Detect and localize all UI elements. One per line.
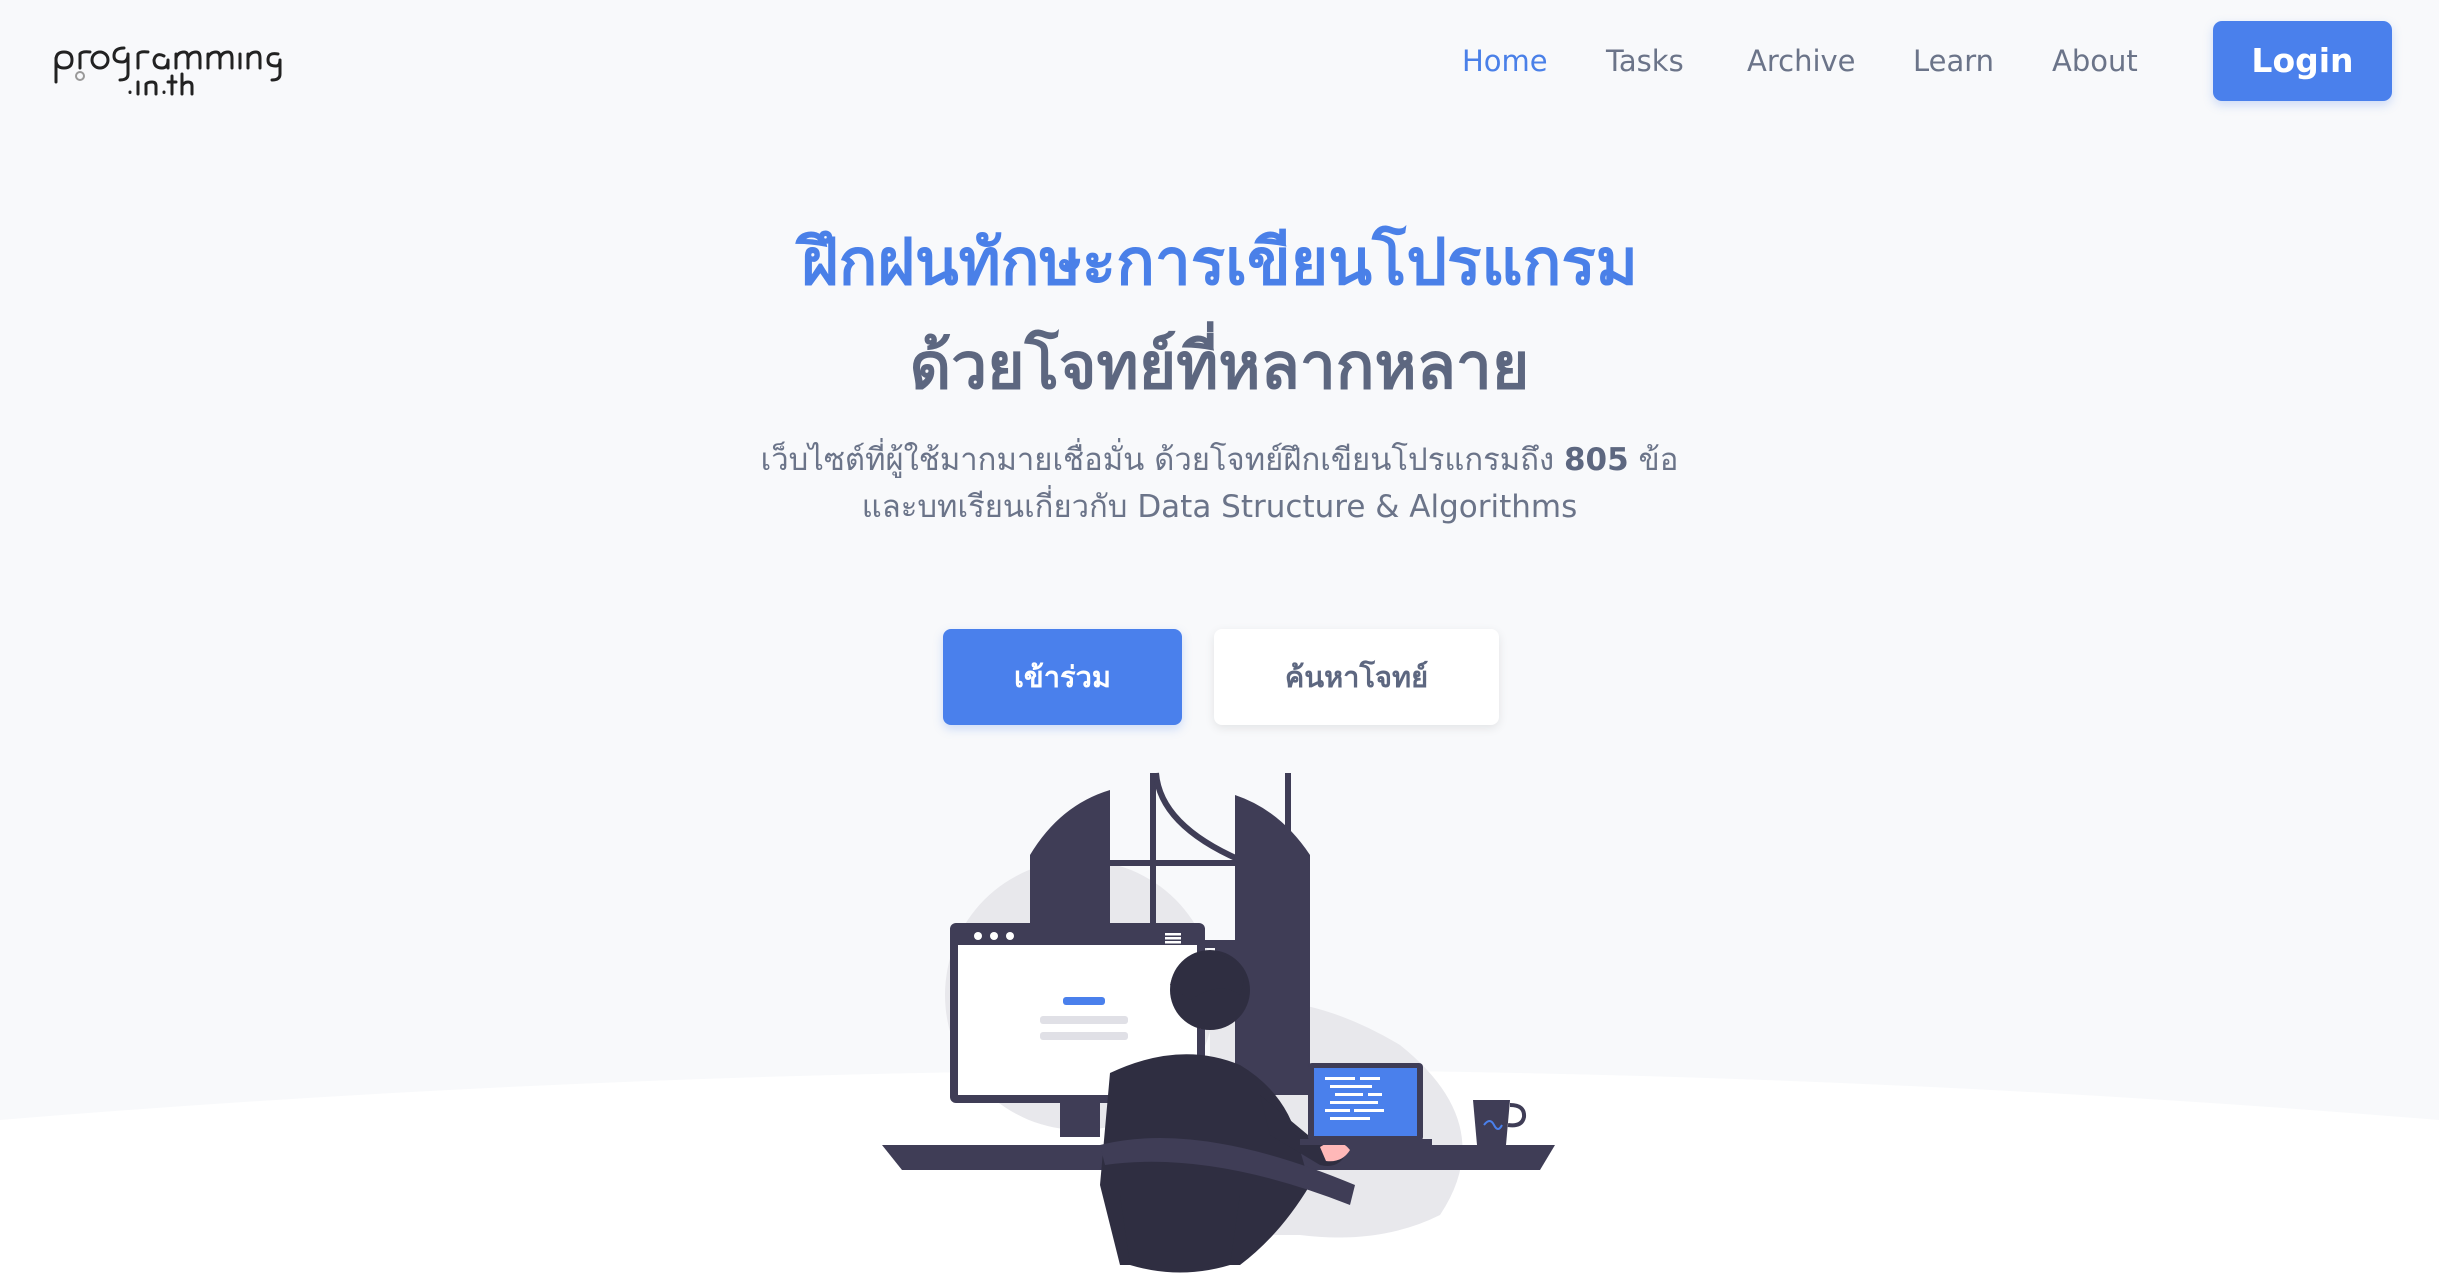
task-count: 805 bbox=[1563, 442, 1629, 478]
hero-subtitle-line1: เว็บไซต์ที่ผู้ใช้มากมายเชื่อมั่น ด้วยโจท… bbox=[0, 438, 2439, 482]
login-button[interactable]: Login bbox=[2213, 21, 2392, 101]
search-tasks-button[interactable]: ค้นหาโจทย์ bbox=[1214, 629, 1499, 725]
join-button[interactable]: เข้าร่วม bbox=[943, 629, 1182, 725]
person-at-desk-illustration bbox=[882, 772, 1555, 1273]
hero-title-line1: ฝึกฝนทักษะการเขียนโปรแกรม bbox=[801, 226, 1638, 300]
site-logo[interactable] bbox=[50, 30, 290, 100]
logo-icon bbox=[54, 46, 282, 96]
hero-title-line2: ด้วยโจทย์ที่หลากหลาย bbox=[909, 330, 1530, 404]
nav-tasks[interactable]: Tasks bbox=[1606, 38, 1684, 84]
nav-about[interactable]: About bbox=[2052, 38, 2138, 84]
subtitle-text: เว็บไซต์ที่ผู้ใช้มากมายเชื่อมั่น ด้วยโจท… bbox=[760, 442, 1555, 478]
nav-learn[interactable]: Learn bbox=[1913, 38, 1994, 84]
hero-subtitle-line2: และบทเรียนเกี่ยวกับ Data Structure & Alg… bbox=[861, 489, 1578, 525]
hero-illustration bbox=[880, 765, 1560, 1276]
nav-home[interactable]: Home bbox=[1462, 38, 1548, 84]
nav-archive[interactable]: Archive bbox=[1747, 38, 1856, 84]
subtitle-unit: ข้อ bbox=[1638, 442, 1679, 478]
